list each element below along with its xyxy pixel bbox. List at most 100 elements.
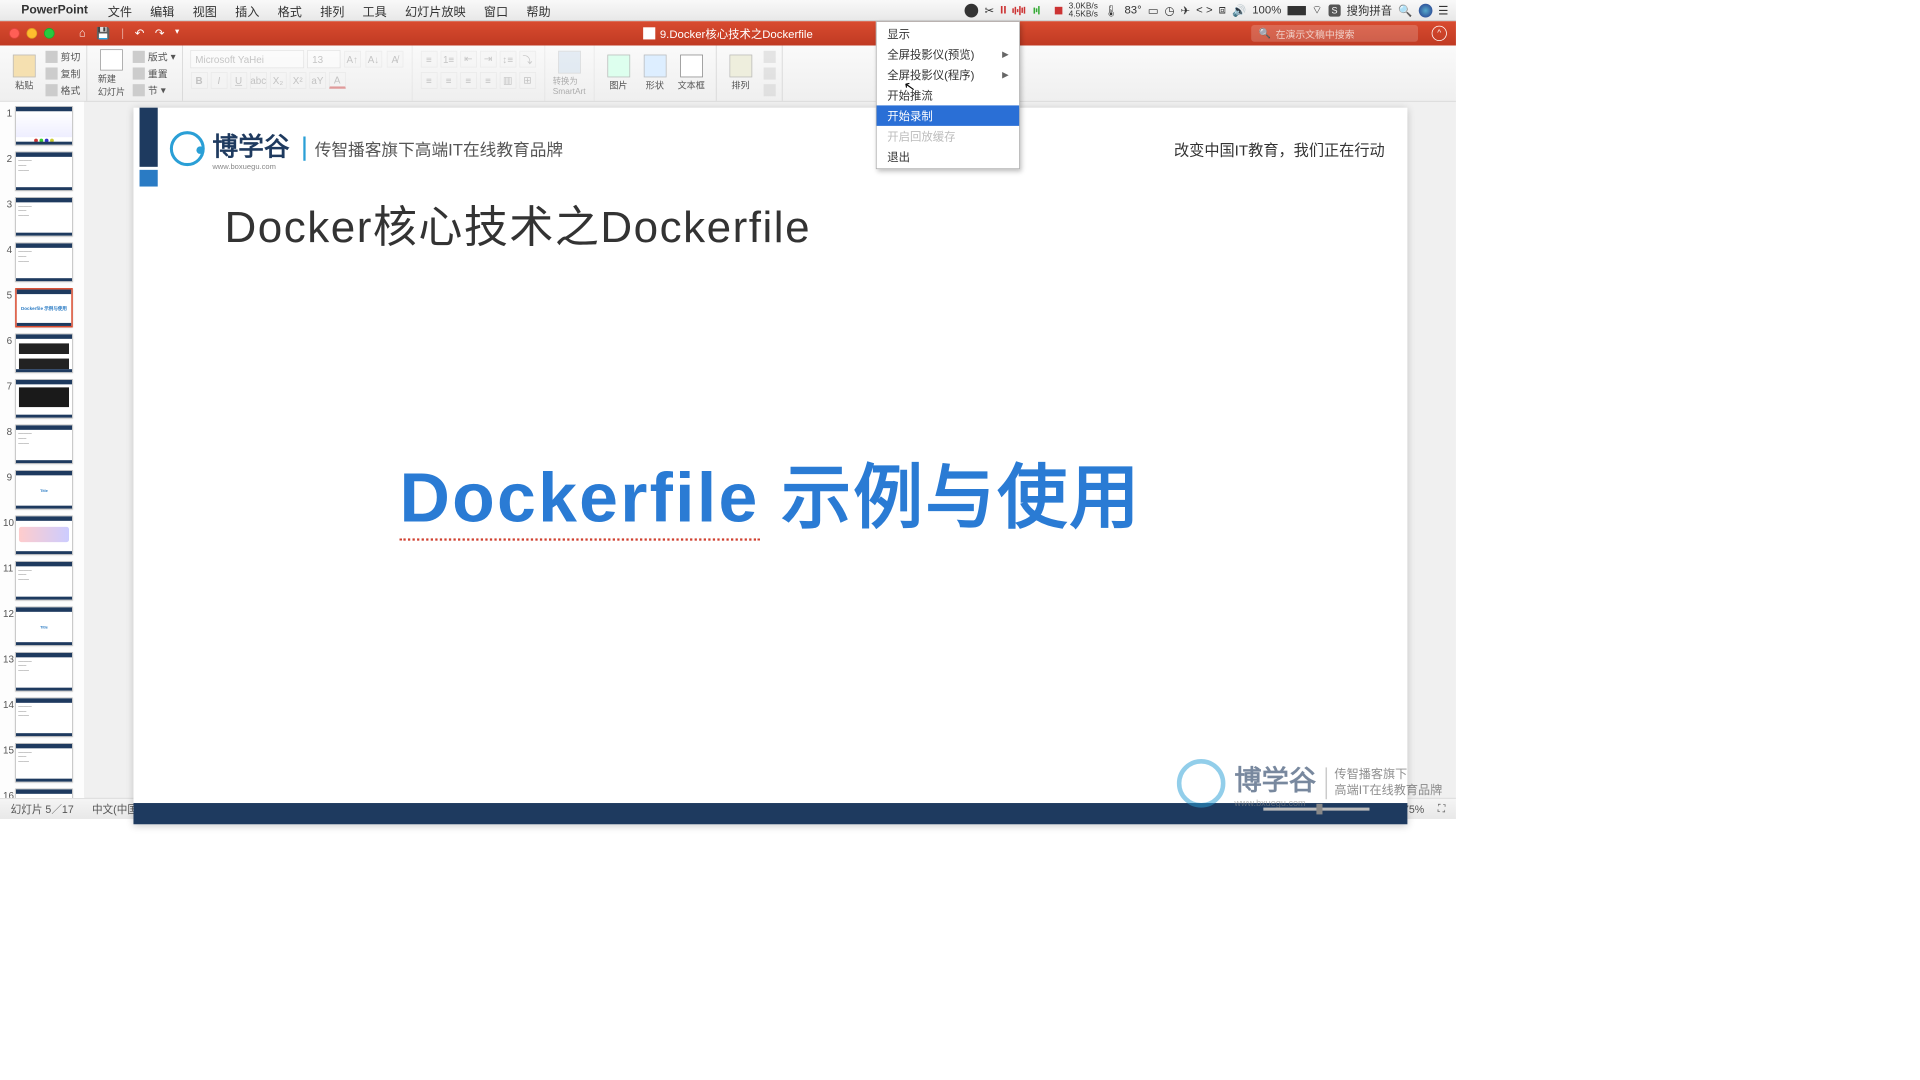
slide[interactable]: 博学谷www.boxuegu.com 传智播客旗下高端IT在线教育品牌 改变中国… xyxy=(133,108,1407,825)
thumbnail-7[interactable]: 7 xyxy=(3,379,81,418)
plane-icon[interactable]: ✈ xyxy=(1181,3,1191,17)
volume-icon[interactable]: 🔊 xyxy=(1232,3,1246,17)
app-name[interactable]: PowerPoint xyxy=(21,3,98,17)
spotlight-icon[interactable]: 🔍 xyxy=(1398,3,1412,17)
sup-icon[interactable]: X² xyxy=(289,72,306,89)
slide-main-text[interactable]: Dockerfile 示例与使用 xyxy=(133,441,1407,542)
thumbnail-11[interactable]: 11──────────── xyxy=(3,561,81,600)
indent-dec-icon[interactable]: ⇤ xyxy=(460,51,477,68)
slide-title[interactable]: Docker核心技术之Dockerfile xyxy=(224,191,811,255)
thumbnail-8[interactable]: 8──────────── xyxy=(3,425,81,464)
qat-more-icon[interactable]: ▾ xyxy=(175,27,179,41)
section-button[interactable]: 节 ▾ xyxy=(133,82,176,97)
menu-window[interactable]: 窗口 xyxy=(475,1,517,19)
arrange-button[interactable]: 排列 xyxy=(722,49,758,98)
thumbnail-1[interactable]: 1 xyxy=(3,106,81,145)
sub-icon[interactable]: X₂ xyxy=(270,72,287,89)
clear-format-icon[interactable]: A̸ xyxy=(386,51,403,68)
display-icon[interactable]: ▭ xyxy=(1148,3,1159,17)
menu-format[interactable]: 格式 xyxy=(268,1,310,19)
numbering-icon[interactable]: 1≡ xyxy=(440,51,457,68)
dropbox-icon[interactable]: ⧈ xyxy=(1219,4,1226,17)
thumbnail-13[interactable]: 13──────────── xyxy=(3,652,81,691)
decrease-font-icon[interactable]: A↓ xyxy=(365,51,382,68)
qat-home-icon[interactable]: ⌂ xyxy=(79,27,86,41)
thumbnail-5[interactable]: 5Dockerfile 示例与使用 xyxy=(3,288,81,327)
code-icon[interactable]: < > xyxy=(1196,4,1212,17)
rec-icon[interactable] xyxy=(1055,6,1063,14)
dd-fullscreen-preview[interactable]: 全屏投影仪(预览)▶ xyxy=(877,44,1020,64)
columns-icon[interactable]: ▥ xyxy=(499,72,516,89)
menu-view[interactable]: 视图 xyxy=(184,1,226,19)
highlight-icon[interactable]: aY xyxy=(309,72,326,89)
picture-button[interactable]: 图片 xyxy=(600,49,636,98)
dd-show[interactable]: 显示 xyxy=(877,24,1020,44)
siri-icon[interactable] xyxy=(1418,3,1432,17)
thumbnail-9[interactable]: 9Title xyxy=(3,470,81,509)
ime-name[interactable]: 搜狗拼音 xyxy=(1347,2,1393,18)
bullets-icon[interactable]: ≡ xyxy=(421,51,438,68)
minimize-button[interactable] xyxy=(27,28,38,39)
layout-button[interactable]: 版式 ▾ xyxy=(133,49,176,64)
valign-icon[interactable]: ⊞ xyxy=(519,72,536,89)
menu-arrange[interactable]: 排列 xyxy=(311,1,353,19)
cut-button[interactable]: 剪切 xyxy=(45,49,80,64)
thumbnail-6[interactable]: 6 xyxy=(3,334,81,373)
new-slide-button[interactable]: 新建 幻灯片 xyxy=(93,49,129,98)
align-left-icon[interactable]: ≡ xyxy=(421,72,438,89)
search-input[interactable]: 🔍 在演示文稿中搜索 xyxy=(1251,25,1418,42)
menu-slideshow[interactable]: 幻灯片放映 xyxy=(396,1,475,19)
format-painter-button[interactable]: 格式 xyxy=(45,82,80,97)
line-spacing-icon[interactable]: ↕≡ xyxy=(499,51,516,68)
shape-button[interactable]: 形状 xyxy=(637,49,673,98)
clock-icon[interactable]: ◷ xyxy=(1165,3,1175,17)
expand-ribbon-button[interactable]: ^ xyxy=(1432,26,1447,41)
underline-icon[interactable]: U xyxy=(230,72,247,89)
shape-fill-icon[interactable] xyxy=(763,66,775,81)
activity-graph-icon[interactable] xyxy=(1013,5,1028,16)
bold-icon[interactable]: B xyxy=(191,72,208,89)
activity-graph2-icon[interactable] xyxy=(1034,5,1049,16)
thumbnail-16[interactable]: 16 xyxy=(3,789,81,798)
indent-inc-icon[interactable]: ⇥ xyxy=(480,51,497,68)
align-center-icon[interactable]: ≡ xyxy=(440,72,457,89)
pause-icon[interactable]: II xyxy=(1000,4,1006,17)
thumbnail-14[interactable]: 14──────────── xyxy=(3,698,81,737)
text-dir-icon[interactable]: ⤵ xyxy=(519,51,536,68)
paste-button[interactable]: 粘贴 xyxy=(6,49,42,98)
thumbnail-10[interactable]: 10 xyxy=(3,516,81,555)
wifi-icon[interactable]: ⌔ xyxy=(1312,3,1323,17)
menu-file[interactable]: 文件 xyxy=(99,1,141,19)
menu-help[interactable]: 帮助 xyxy=(517,1,559,19)
font-size-select[interactable]: 13 xyxy=(307,50,340,68)
scissors-icon[interactable]: ✂ xyxy=(985,3,995,17)
menu-insert[interactable]: 插入 xyxy=(226,1,268,19)
maximize-button[interactable] xyxy=(44,28,55,39)
obs-icon[interactable] xyxy=(965,3,979,17)
font-color-icon[interactable]: A xyxy=(329,72,346,89)
thumbnail-3[interactable]: 3──────────── xyxy=(3,197,81,236)
notification-icon[interactable]: ☰ xyxy=(1438,3,1448,17)
reset-button[interactable]: 重置 xyxy=(133,66,176,81)
slide-thumbnail-panel[interactable]: 12────────────3────────────4────────────… xyxy=(0,102,85,798)
dd-fullscreen-program[interactable]: 全屏投影仪(程序)▶ xyxy=(877,64,1020,84)
thumbnail-12[interactable]: 12Title xyxy=(3,607,81,646)
qat-undo-icon[interactable]: ↶ xyxy=(135,27,145,41)
shape-outline-icon[interactable] xyxy=(763,82,775,97)
quick-style-icon[interactable] xyxy=(763,49,775,64)
thumbnail-2[interactable]: 2──────────── xyxy=(3,152,81,191)
battery-icon[interactable] xyxy=(1287,6,1305,15)
font-name-select[interactable]: Microsoft YaHei xyxy=(190,50,304,68)
qat-save-icon[interactable]: 💾 xyxy=(96,27,110,41)
qat-redo-icon[interactable]: ↷ xyxy=(155,27,165,41)
strike-icon[interactable]: abc xyxy=(250,72,267,89)
menu-edit[interactable]: 编辑 xyxy=(141,1,183,19)
smartart-button[interactable]: 转换为 SmartArt xyxy=(551,49,587,98)
dd-start-record[interactable]: 开始录制 xyxy=(877,105,1020,125)
dd-exit[interactable]: 退出 xyxy=(877,146,1020,166)
increase-font-icon[interactable]: A↑ xyxy=(344,51,361,68)
dd-start-stream[interactable]: 开始推流 xyxy=(877,85,1020,105)
italic-icon[interactable]: I xyxy=(210,72,227,89)
close-button[interactable] xyxy=(9,28,20,39)
justify-icon[interactable]: ≡ xyxy=(480,72,497,89)
